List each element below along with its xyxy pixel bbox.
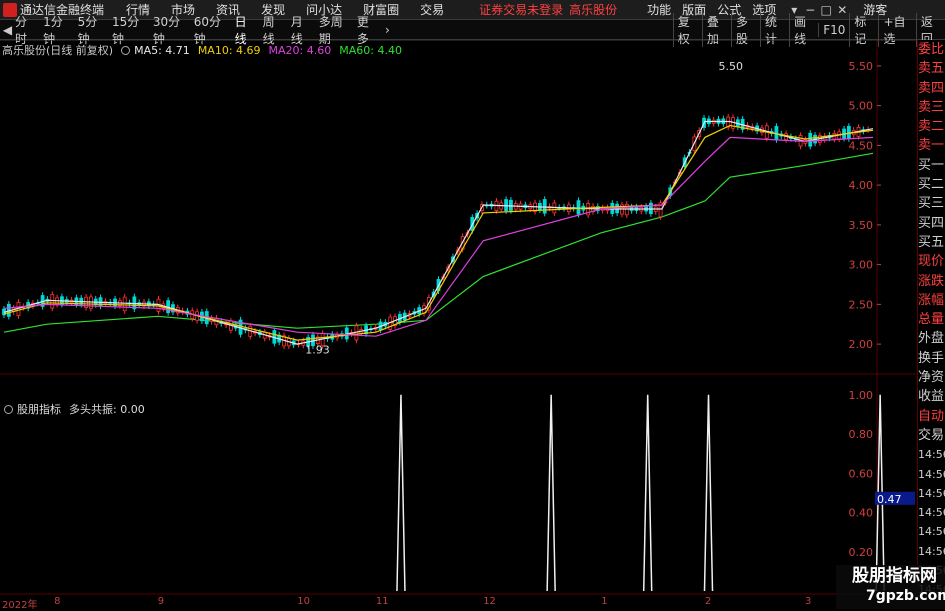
ma5-label: MA5: 4.71 bbox=[134, 43, 190, 57]
indicator-spike bbox=[642, 394, 653, 592]
side-panel-label[interactable]: 自动 bbox=[918, 407, 945, 426]
side-panel-label: 现价 bbox=[918, 254, 945, 270]
trade-time: 14:56 bbox=[918, 544, 945, 558]
quote-side-panel: 委比卖五卖四卖三卖二卖一买一买二买三买四买五现价涨跌涨幅总量外盘换手净资收益自动… bbox=[917, 40, 945, 596]
indicator-tick-label: 0.20 bbox=[849, 546, 874, 559]
side-panel-label: 卖四 bbox=[918, 80, 945, 96]
candle-body bbox=[122, 296, 127, 312]
candle-body bbox=[50, 294, 55, 309]
price-tick-label: 4.50 bbox=[849, 139, 874, 152]
watermark-title: 股朋指标网 bbox=[852, 566, 937, 586]
price-tick-label: 3.50 bbox=[849, 219, 874, 232]
candle-body bbox=[542, 199, 547, 214]
period-toolbar: ◀ 分时 1分钟 5分钟 15分钟 30分钟 60分钟 日线 周线 月线 多周期… bbox=[0, 12, 945, 47]
close-icon[interactable]: ✕ bbox=[835, 3, 849, 17]
high-annotation: 5.50 bbox=[718, 60, 743, 73]
indicator-tick-label: 1.00 bbox=[849, 389, 874, 402]
settings-icon[interactable] bbox=[121, 45, 131, 55]
indicator-value: 多头共振: 0.00 bbox=[69, 403, 145, 416]
watermark-url: 7gpzb.com bbox=[866, 588, 945, 604]
indicator-settings-icon[interactable] bbox=[4, 404, 13, 414]
login-status[interactable]: 证券交易未登录 bbox=[479, 1, 563, 18]
menu-function[interactable]: 功能 bbox=[647, 1, 671, 18]
price-tick-label: 2.00 bbox=[849, 338, 874, 351]
date-tick-label: 8 bbox=[54, 596, 61, 607]
side-panel-label: 卖三 bbox=[918, 99, 945, 115]
price-tick-label: 2.50 bbox=[849, 298, 874, 311]
side-panel-label: 外盘 bbox=[918, 331, 945, 347]
date-tick-label: 12 bbox=[483, 596, 496, 607]
kline-chart[interactable]: 5.50 5.00 4.50 4.00 3.50 3.00 2.50 2.00 1.00 0.80… bbox=[0, 40, 917, 596]
indicator-spike bbox=[396, 394, 406, 592]
side-panel-label: 买二 bbox=[918, 177, 945, 193]
more-chevron-icon[interactable]: › bbox=[385, 23, 390, 37]
menu-trade[interactable]: 交易 bbox=[420, 1, 444, 18]
side-panel-label: 净资 bbox=[918, 370, 945, 386]
f10-button[interactable]: F10 bbox=[818, 22, 849, 37]
trade-time: 14:56 bbox=[918, 467, 945, 481]
chart-header: 高乐股份(日线 前复权) MA5: 4.71 MA10: 4.69 MA20: … bbox=[2, 42, 410, 58]
side-panel-label: 总量 bbox=[918, 312, 945, 328]
ma20-label: MA20: 4.60 bbox=[268, 43, 332, 57]
side-panel-label: 买三 bbox=[918, 196, 945, 212]
indicator-tick-label: 0.80 bbox=[849, 428, 874, 441]
side-panel-label: 买四 bbox=[918, 215, 945, 231]
side-panel-label: 换手 bbox=[918, 350, 945, 366]
back-arrow-icon[interactable]: ◀ bbox=[0, 23, 15, 37]
chart-title: 高乐股份(日线 前复权) bbox=[2, 44, 114, 57]
current-stock-name: 高乐股份 bbox=[569, 3, 618, 17]
side-panel-label: 卖二 bbox=[918, 119, 945, 135]
low-annotation: 1.93 bbox=[305, 344, 330, 357]
date-tick-label: 9 bbox=[157, 596, 165, 607]
date-tick-label: 2 bbox=[704, 596, 712, 607]
ma10-label: MA10: 4.69 bbox=[197, 43, 261, 57]
indicator-tick-label: 0.40 bbox=[849, 507, 874, 520]
indicator-title[interactable]: 股朋指标 bbox=[17, 401, 61, 417]
side-panel-label: 买一 bbox=[918, 157, 945, 173]
trade-time: 14:56 bbox=[918, 448, 945, 462]
side-panel-label: 收益 bbox=[918, 389, 945, 405]
trade-time: 14:56 bbox=[918, 506, 945, 520]
price-tick-label: 5.50 bbox=[849, 60, 874, 73]
ma60-label: MA60: 4.40 bbox=[339, 43, 402, 57]
price-tick-label: 5.00 bbox=[849, 100, 874, 113]
date-tick-label: 3 bbox=[805, 596, 812, 607]
watermark: 股朋指标网 7gpzb.com bbox=[836, 565, 945, 609]
side-panel-label: 委比 bbox=[918, 42, 945, 57]
side-panel-label: 买五 bbox=[918, 234, 945, 250]
price-tick-label: 4.00 bbox=[849, 179, 874, 192]
side-panel-label: 涨幅 bbox=[918, 292, 945, 308]
date-tick-label: 1 bbox=[601, 596, 608, 607]
candle-body bbox=[576, 200, 581, 215]
indicator-spike bbox=[546, 394, 556, 592]
trade-time: 14:56 bbox=[918, 525, 945, 539]
trade-time: 14:56 bbox=[918, 486, 945, 500]
indicator-value-marker-label: 0.47 bbox=[877, 493, 902, 506]
side-panel-label[interactable]: 交易 bbox=[918, 426, 945, 445]
date-tick-label: 10 bbox=[297, 596, 310, 607]
indicator-tick-label: 0.60 bbox=[849, 467, 874, 480]
candle-body bbox=[649, 202, 653, 215]
date-axis: 2022年 8 9 10 11 12 1 2 3 bbox=[0, 596, 917, 611]
indicator-spike bbox=[703, 394, 714, 592]
indicator-header: 股朋指标 多头共振: 0.00 bbox=[2, 401, 145, 417]
price-tick-label: 3.00 bbox=[849, 259, 874, 272]
maximize-icon[interactable]: □ bbox=[819, 3, 833, 17]
side-panel-label: 卖五 bbox=[918, 61, 945, 77]
date-tick-label: 11 bbox=[375, 596, 389, 607]
side-panel-label: 涨跌 bbox=[918, 273, 945, 289]
side-panel-label: 卖一 bbox=[918, 138, 945, 154]
